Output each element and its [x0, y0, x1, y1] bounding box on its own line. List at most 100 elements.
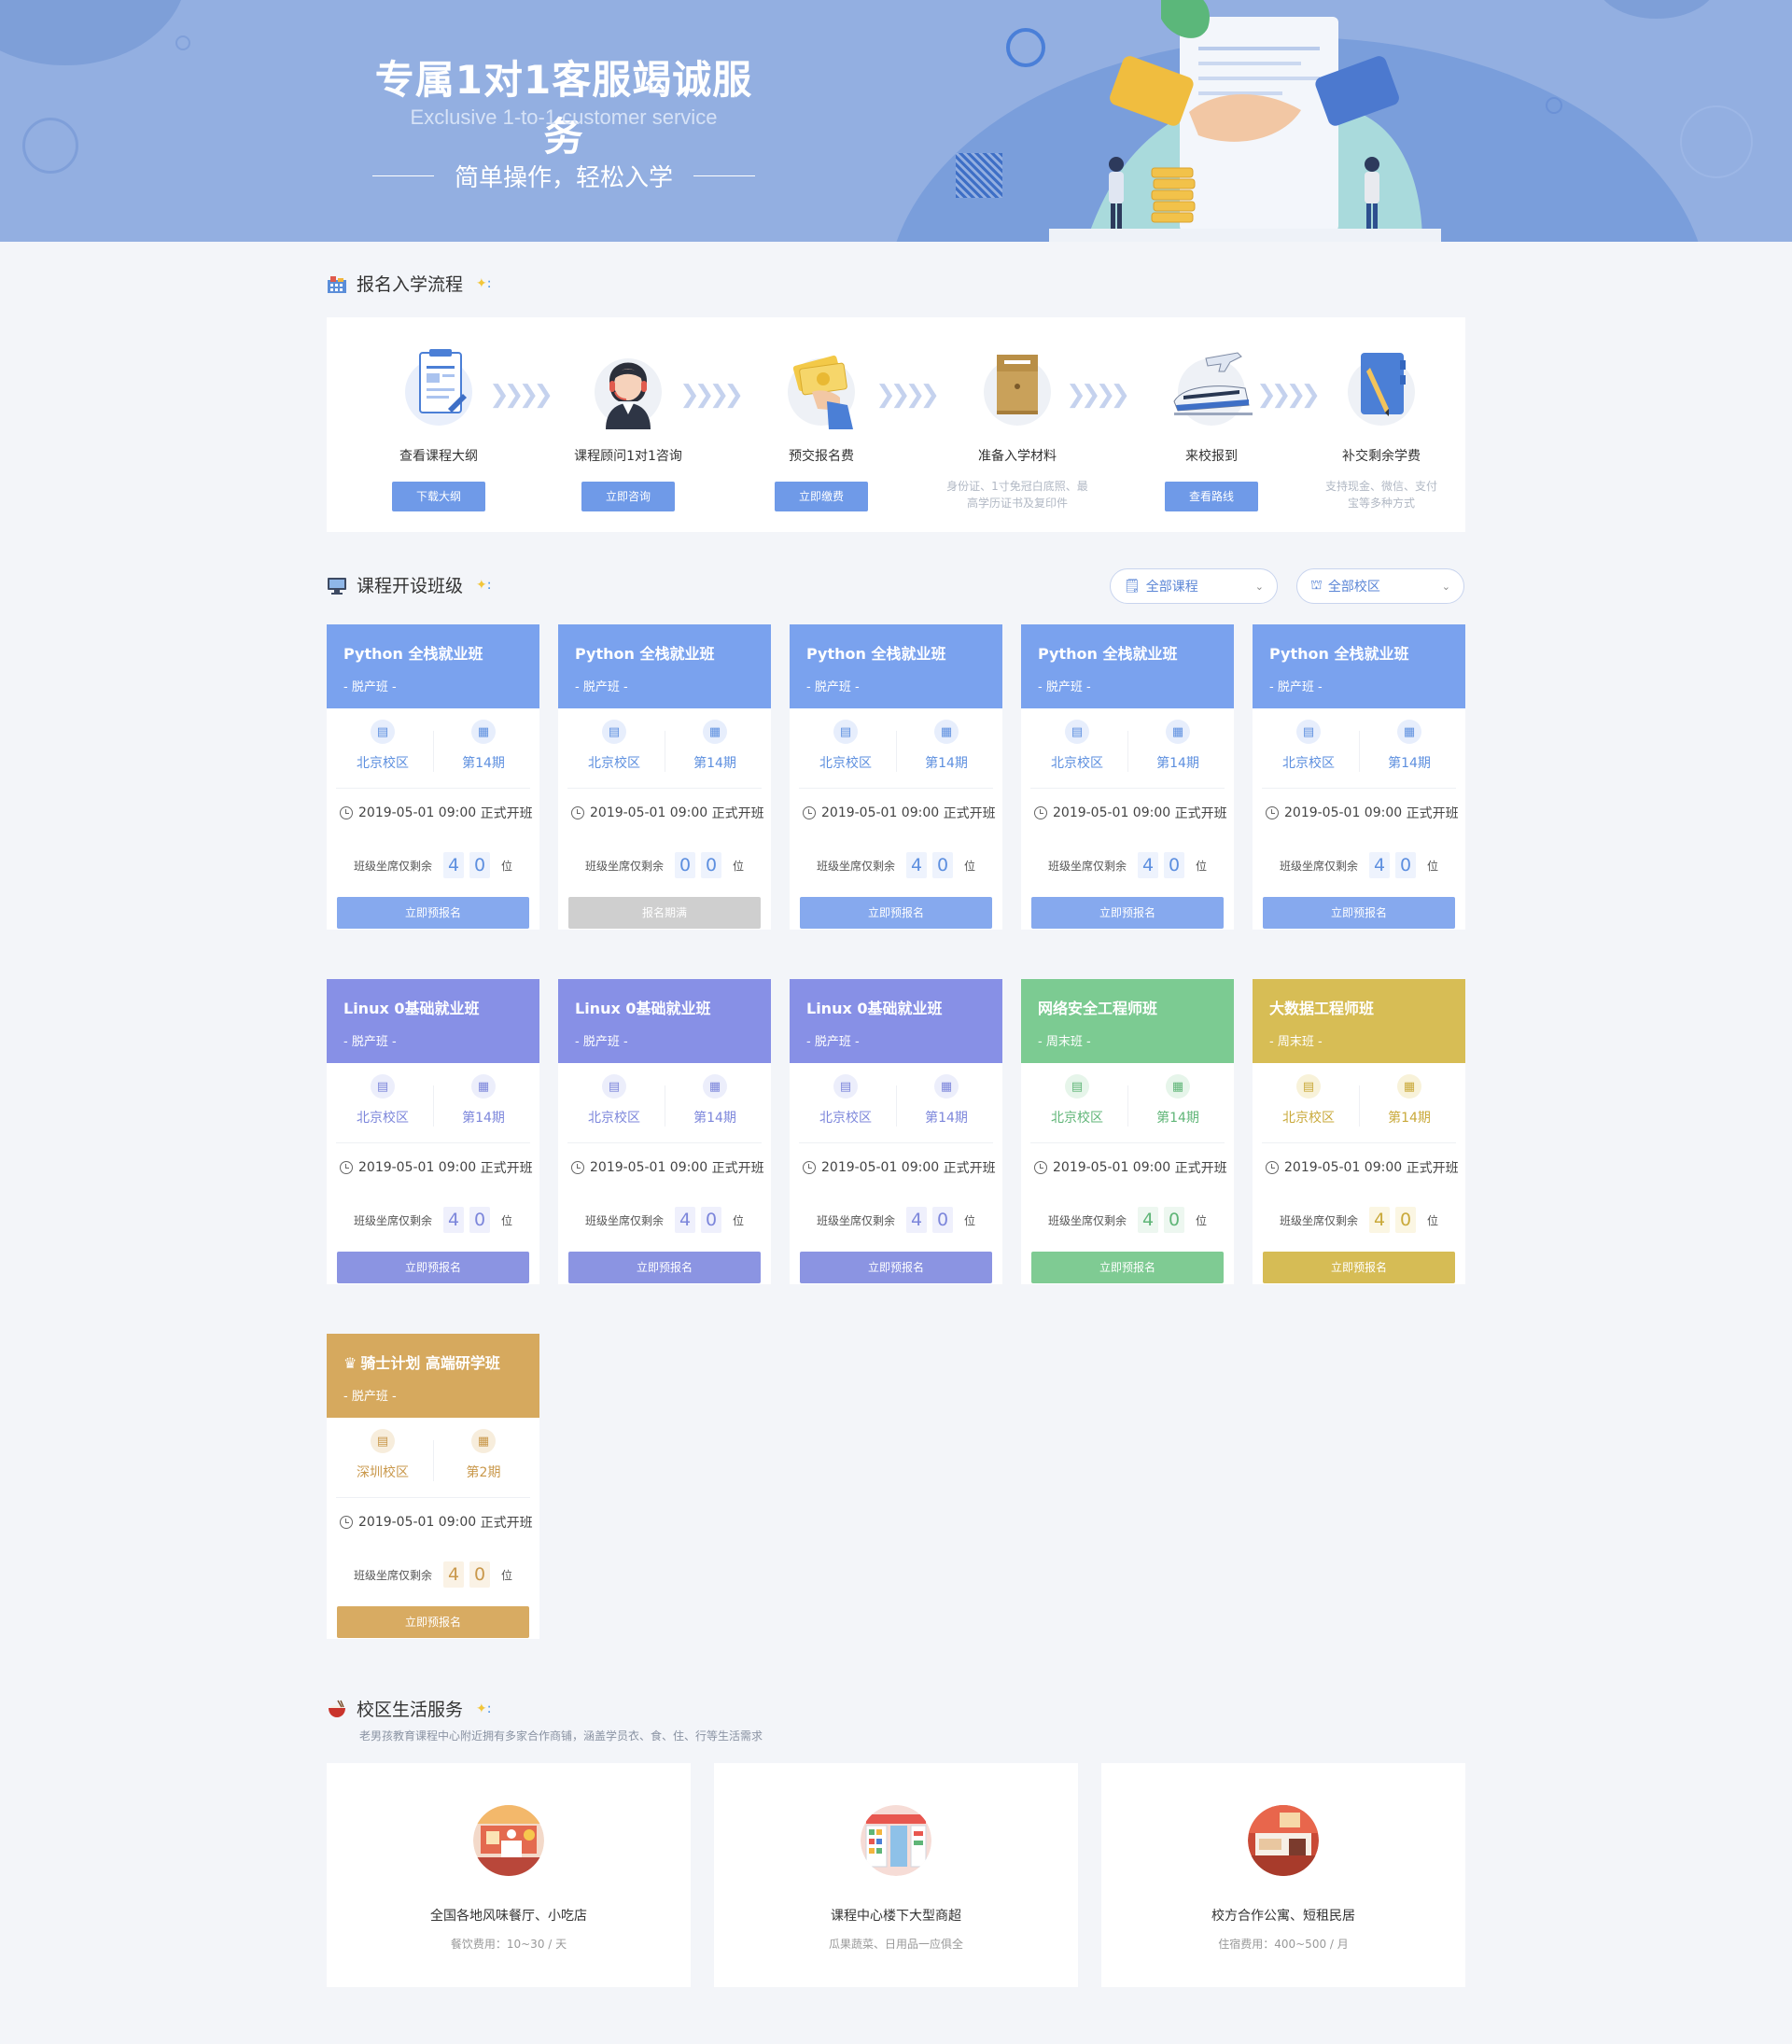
chevron-down-icon: ⌄	[1254, 580, 1264, 593]
seat-digit: 0	[469, 1561, 490, 1588]
course-meta: ▤ 北京校区 ▦ 第14期	[1030, 1063, 1225, 1143]
seats-remaining: 班级坐席仅剩余 4 0 位	[327, 1192, 539, 1248]
download-syllabus-button[interactable]: 下载大纲	[392, 482, 485, 511]
decor-ring	[1546, 97, 1562, 114]
campus-info: ▤ 北京校区	[567, 1074, 661, 1127]
seats-unit: 位	[1196, 859, 1208, 873]
course-title: Python 全栈就业班	[575, 641, 771, 664]
period-label: 第14期	[925, 1111, 968, 1126]
handshake-illustration-icon	[1049, 0, 1441, 242]
seat-digit: 4	[675, 1207, 695, 1233]
seats-unit: 位	[501, 1213, 513, 1227]
course-type: - 脱产班 -	[1269, 680, 1323, 694]
seats-remaining: 班级坐席仅剩余 4 0 位	[1253, 1192, 1465, 1248]
course-meta: ▤ 北京校区 ▦ 第14期	[1262, 1063, 1456, 1143]
start-suffix: 正式开班	[943, 806, 996, 821]
apartment-icon	[1248, 1805, 1319, 1876]
chevron-down-icon: ⌄	[1441, 580, 1450, 593]
pre-register-button[interactable]: 立即预报名	[337, 1606, 529, 1638]
campus-building-icon: ▤	[1296, 720, 1321, 744]
pre-register-button[interactable]: 立即预报名	[1031, 1252, 1224, 1283]
seats-label: 班级坐席仅剩余	[584, 1213, 664, 1227]
seat-digit: 4	[1369, 852, 1390, 878]
pre-register-button[interactable]: 立即预报名	[800, 1252, 992, 1283]
period-info: ▦ 第14期	[668, 1074, 762, 1127]
course-title-text: Python 全栈就业班	[1038, 645, 1178, 663]
calendar-icon: ▦	[703, 1074, 727, 1099]
pre-register-button[interactable]: 立即预报名	[568, 1252, 761, 1283]
life-section-description: 老男孩教育课程中心附近拥有多家合作商铺，涵盖学员衣、食、住、行等生活需求	[359, 1729, 763, 1743]
life-service-desc: 住宿费用：400~500 / 月	[1218, 1938, 1349, 1951]
period-label: 第14期	[1156, 756, 1199, 771]
section-title: 校区生活服务	[357, 1700, 464, 1720]
filter-label: 全部校区	[1327, 580, 1380, 595]
view-route-button[interactable]: 查看路线	[1165, 482, 1258, 511]
calendar-icon: ▦	[1397, 1074, 1421, 1099]
campus-label: 北京校区	[1282, 756, 1335, 771]
period-info: ▦ 第14期	[1363, 720, 1456, 772]
supermarket-icon	[861, 1805, 931, 1876]
enrollment-full-button[interactable]: 报名期满	[568, 897, 761, 929]
life-service-title: 课程中心楼下大型商超	[831, 1909, 961, 1924]
course-meta: ▤ 北京校区 ▦ 第14期	[799, 1063, 993, 1143]
building-icon	[328, 275, 346, 293]
campus-building-icon: ▤	[371, 1074, 395, 1099]
course-filter-select[interactable]: 🗒 全部课程 ⌄	[1110, 568, 1278, 604]
rice-bowl-icon	[329, 1700, 345, 1717]
section-title: 课程开设班级	[357, 576, 464, 596]
seat-digit: 0	[469, 852, 490, 878]
striped-square-icon	[956, 153, 1002, 198]
pre-register-button[interactable]: 立即预报名	[337, 897, 529, 929]
seat-digit: 4	[1369, 1207, 1390, 1233]
life-service-desc: 瓜果蔬菜、日用品一应俱全	[828, 1938, 963, 1951]
divider	[1359, 731, 1360, 772]
seats-remaining: 班级坐席仅剩余 4 0 位	[1021, 837, 1234, 893]
life-service-card: 校方合作公寓、短租民居 住宿费用：400~500 / 月	[1101, 1763, 1465, 1987]
course-title: Python 全栈就业班	[1269, 641, 1465, 664]
campus-label: 北京校区	[819, 756, 872, 771]
start-time: 2019-05-01 09:00 正式开班	[1253, 789, 1465, 837]
banner-slogan: 简单操作，轻松入学	[358, 159, 769, 193]
campus-info: ▤ 北京校区	[336, 720, 429, 772]
course-title: Linux 0基础就业班	[806, 996, 1002, 1018]
consult-now-button[interactable]: 立即咨询	[581, 482, 675, 511]
course-card-header: Linux 0基础就业班 - 脱产班 -	[327, 979, 539, 1063]
course-card: Python 全栈就业班 - 脱产班 - ▤ 北京校区 ▦ 第14期 2019-…	[1253, 624, 1465, 930]
seat-digit: 4	[906, 1207, 927, 1233]
course-meta: ▤ 北京校区 ▦ 第14期	[799, 708, 993, 789]
seat-digit: 0	[469, 1207, 490, 1233]
divider	[1127, 1085, 1128, 1127]
start-suffix: 正式开班	[480, 1516, 533, 1531]
seats-unit: 位	[964, 859, 976, 873]
pre-register-button[interactable]: 立即预报名	[1263, 1252, 1455, 1283]
course-title: ♛ 骑士计划 高端研学班	[343, 1351, 539, 1373]
clock-icon	[1266, 806, 1279, 819]
start-time: 2019-05-01 09:00 正式开班	[1253, 1143, 1465, 1192]
start-date: 2019-05-01 09:00	[358, 805, 477, 820]
course-title-text: 网络安全工程师班	[1038, 1000, 1158, 1017]
campus-building-icon: ▤	[1065, 1074, 1089, 1099]
seats-remaining: 班级坐席仅剩余 4 0 位	[558, 1192, 771, 1248]
start-date: 2019-05-01 09:00	[1284, 805, 1403, 820]
course-title: Linux 0基础就业班	[575, 996, 771, 1018]
step-note: 支持现金、微信、支付宝等多种方式	[1325, 480, 1438, 510]
campus-filter-select[interactable]: ⛫ 全部校区 ⌄	[1296, 568, 1464, 604]
start-date: 2019-05-01 09:00	[1053, 805, 1171, 820]
seats-remaining: 班级坐席仅剩余 4 0 位	[790, 1192, 1002, 1248]
consultant-headset-icon	[595, 358, 662, 429]
folder-icon	[984, 355, 1051, 426]
course-title-text: Linux 0基础就业班	[343, 1000, 480, 1017]
period-info: ▦ 第14期	[437, 720, 530, 772]
start-date: 2019-05-01 09:00	[821, 805, 940, 820]
period-label: 第14期	[693, 756, 736, 771]
pay-now-button[interactable]: 立即缴费	[775, 482, 868, 511]
divider	[433, 731, 434, 772]
decor-ring	[1680, 105, 1753, 178]
pre-register-button[interactable]: 立即预报名	[1031, 897, 1224, 929]
course-meta: ▤ 北京校区 ▦ 第14期	[336, 708, 530, 789]
pre-register-button[interactable]: 立即预报名	[337, 1252, 529, 1283]
pre-register-button[interactable]: 立即预报名	[800, 897, 992, 929]
start-suffix: 正式开班	[480, 1161, 533, 1176]
pre-register-button[interactable]: 立即预报名	[1263, 897, 1455, 929]
seats-unit: 位	[501, 1568, 513, 1582]
